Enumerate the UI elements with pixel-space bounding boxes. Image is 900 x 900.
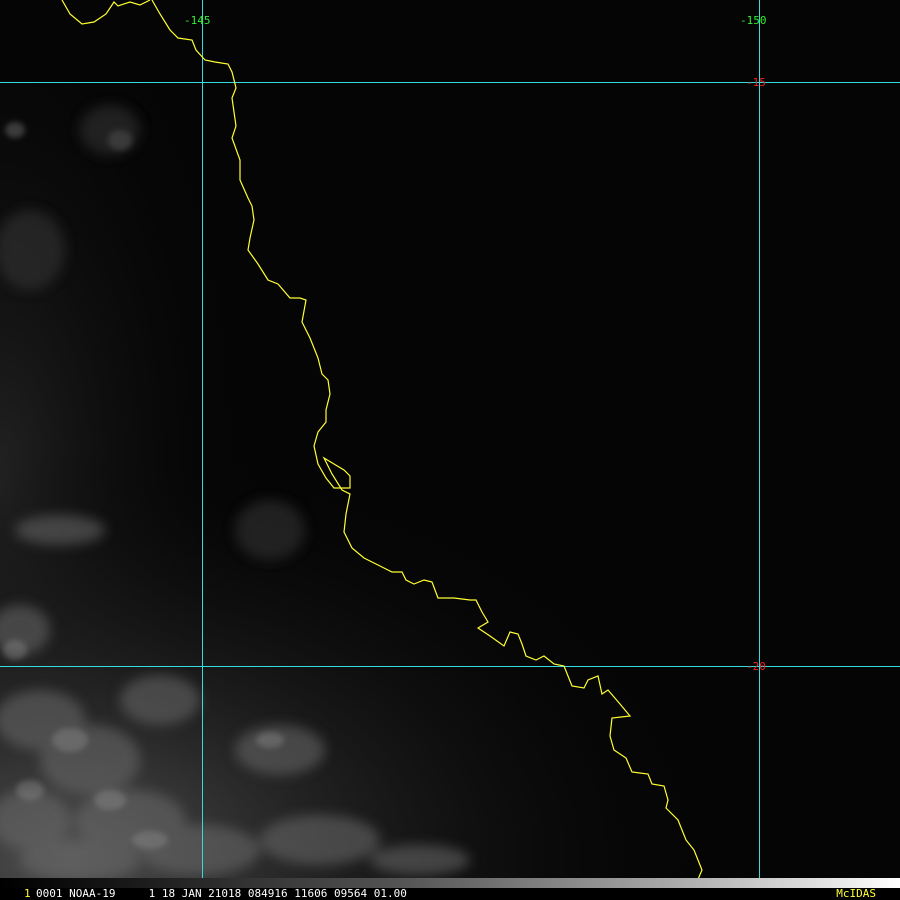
longitude-label-150: -150	[740, 14, 767, 27]
cloud-imagery	[0, 0, 900, 880]
satellite-image-frame: -145 -150 -15 -20 1 0001 NOAA-19 1 18 JA…	[0, 0, 900, 900]
image-metadata-line: 1 0001 NOAA-19 1 18 JAN 21018 084916 116…	[0, 888, 900, 900]
satellite-info-text: 0001 NOAA-19 1 18 JAN 21018 084916 11606…	[36, 887, 407, 900]
longitude-label-145: -145	[184, 14, 211, 27]
latitude-label-20: -20	[746, 660, 766, 673]
frame-number: 1	[24, 887, 31, 900]
satellite-map: -145 -150 -15 -20	[0, 0, 900, 885]
latitude-label-15: -15	[746, 76, 766, 89]
mcidas-brand: McIDAS	[836, 887, 876, 900]
image-info-bar: 1 0001 NOAA-19 1 18 JAN 21018 084916 116…	[0, 878, 900, 900]
